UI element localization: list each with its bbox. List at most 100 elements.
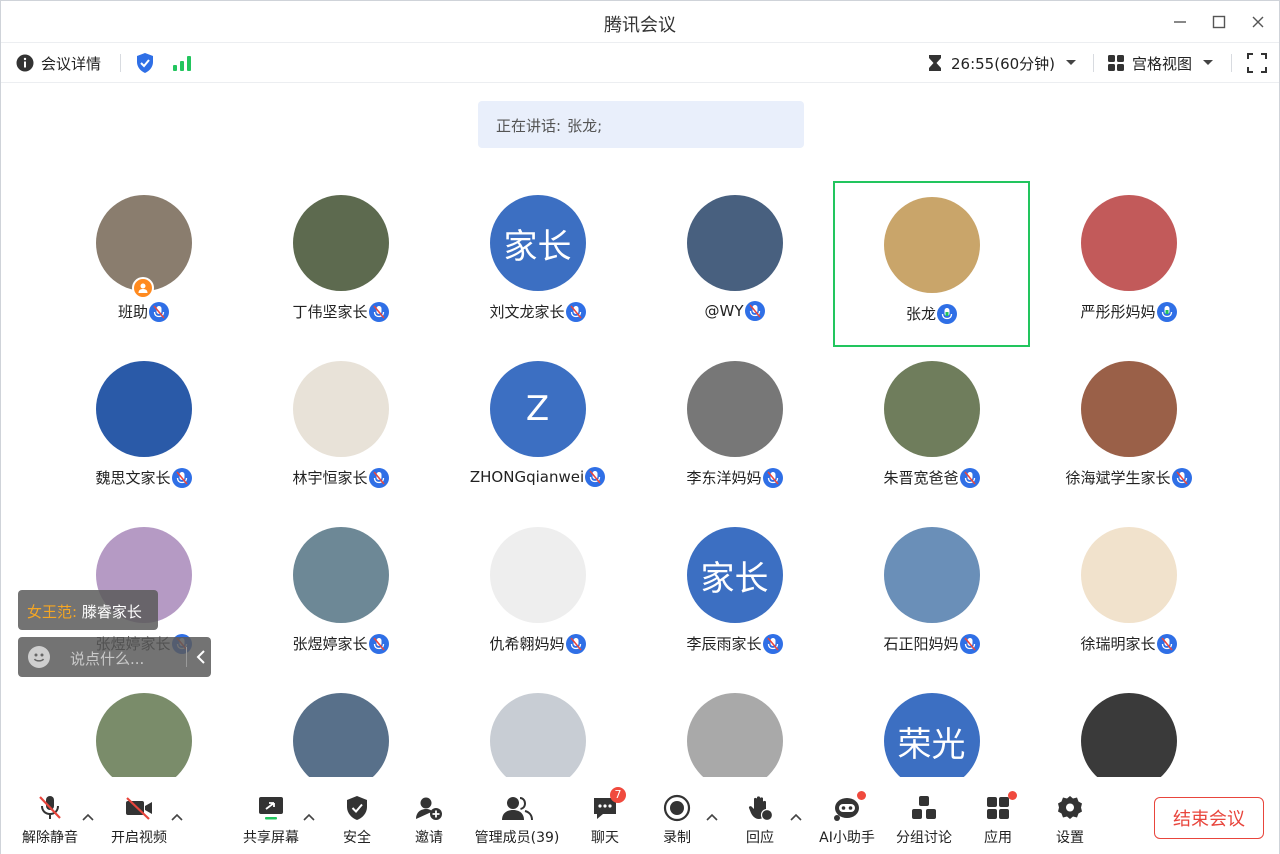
participant-tile[interactable]: 荣光 xyxy=(833,679,1030,777)
unmute-label: 解除静音 xyxy=(22,830,78,846)
invite-label: 邀请 xyxy=(415,830,443,846)
participant-grid: 班助 丁伟坚家长 家长 刘文龙家长 @WY 张龙 严彤彤妈妈魏思文家长 林宇恒家长 Z ZHONG… xyxy=(45,181,1229,777)
participant-tile[interactable] xyxy=(1030,679,1227,777)
participant-tile[interactable]: 林宇恒家长 xyxy=(242,347,439,513)
chevron-down-icon xyxy=(1203,60,1214,65)
collapse-chat-button[interactable] xyxy=(194,645,210,669)
participant-name-row: 石正阳妈妈 xyxy=(833,633,1030,654)
participant-name-row: 李辰雨家长 xyxy=(636,633,833,654)
chat-unread-badge: 7 xyxy=(610,787,626,803)
invite-button[interactable]: 邀请 xyxy=(384,793,474,849)
security-status[interactable] xyxy=(135,51,155,75)
participant-tile[interactable]: 朱晋宽爸爸 xyxy=(833,347,1030,513)
participant-name-row: ZHONGqianwei xyxy=(439,467,636,487)
participant-tile[interactable]: 张龙 xyxy=(833,181,1030,347)
participant-tile[interactable]: Z ZHONGqianwei xyxy=(439,347,636,513)
mic-muted-icon xyxy=(585,467,606,487)
settings-label: 设置 xyxy=(1056,830,1084,846)
participant-name-row: 班助 xyxy=(45,301,242,322)
close-icon xyxy=(1252,16,1264,28)
manage-members-button[interactable]: 管理成员(39) xyxy=(467,793,567,849)
mic-muted-icon xyxy=(171,467,192,488)
meeting-details-button[interactable]: 会议详情 xyxy=(16,51,101,75)
divider xyxy=(120,54,121,72)
shield-icon xyxy=(347,796,367,820)
participant-name-row: 刘文龙家长 xyxy=(439,301,636,322)
participant-tile[interactable]: 李东洋妈妈 xyxy=(636,347,833,513)
mic-muted-icon xyxy=(368,301,389,322)
participant-name-row: 李东洋妈妈 xyxy=(636,467,833,488)
signal-icon xyxy=(173,56,191,71)
minimize-button[interactable] xyxy=(1169,11,1191,33)
hand-raise-icon xyxy=(748,796,774,822)
title-bar: 腾讯会议 xyxy=(1,1,1279,43)
participant-name: 徐瑞明家长 xyxy=(1080,635,1156,653)
start-video-label: 开启视频 xyxy=(111,830,167,846)
participant-tile[interactable]: 家长 李辰雨家长 xyxy=(636,513,833,679)
participant-tile[interactable]: 张煜婷家长 xyxy=(242,513,439,679)
timer-dropdown[interactable]: 26:55(60分钟) xyxy=(927,51,1077,75)
minimize-icon xyxy=(1174,21,1186,23)
add-user-icon xyxy=(416,797,442,820)
timer-text: 26:55(60分钟) xyxy=(951,54,1056,73)
speaking-label: 正在讲话: xyxy=(496,117,562,135)
participant-tile[interactable]: 徐海斌学生家长 xyxy=(1030,347,1227,513)
breakout-rooms-icon xyxy=(912,796,936,819)
participant-avatar xyxy=(95,361,192,457)
info-icon xyxy=(16,54,34,72)
participant-tile[interactable]: 石正阳妈妈 xyxy=(833,513,1030,679)
participant-avatar xyxy=(686,693,783,777)
maximize-icon xyxy=(1212,15,1226,29)
participant-tile[interactable]: 班助 xyxy=(45,181,242,347)
participant-name-row: 徐瑞明家长 xyxy=(1030,633,1227,654)
participant-avatar xyxy=(292,361,389,457)
participant-tile[interactable]: @WY xyxy=(636,181,833,347)
security-label: 安全 xyxy=(343,830,371,846)
fullscreen-icon xyxy=(1247,53,1267,73)
participant-tile[interactable] xyxy=(636,679,833,777)
settings-button[interactable]: 设置 xyxy=(1025,793,1115,849)
participant-avatar xyxy=(489,527,586,623)
share-screen-icon xyxy=(259,797,283,820)
mic-muted-icon xyxy=(959,633,980,654)
ai-notification-dot xyxy=(857,791,866,800)
emoji-icon[interactable] xyxy=(28,646,50,668)
fullscreen-button[interactable] xyxy=(1247,51,1267,75)
participant-name: 刘文龙家长 xyxy=(489,303,565,321)
maximize-button[interactable] xyxy=(1208,11,1230,33)
participant-tile[interactable]: 仇希翱妈妈 xyxy=(439,513,636,679)
gear-icon xyxy=(1058,796,1082,819)
participant-tile[interactable]: 丁伟坚家长 xyxy=(242,181,439,347)
participant-name: @WY xyxy=(704,302,744,320)
participant-tile[interactable] xyxy=(439,679,636,777)
speaking-banner: 正在讲话: 张龙; xyxy=(478,101,804,148)
chat-quick-input[interactable]: 说点什么... xyxy=(18,637,211,677)
participant-name-row: 林宇恒家长 xyxy=(242,467,439,488)
view-mode-dropdown[interactable]: 宫格视图 xyxy=(1107,51,1214,75)
mic-muted-icon xyxy=(762,633,783,654)
shield-check-icon xyxy=(137,53,153,73)
participant-tile[interactable]: 魏思文家长 xyxy=(45,347,242,513)
participant-tile[interactable]: 家长 刘文龙家长 xyxy=(439,181,636,347)
mic-muted-icon xyxy=(39,796,61,819)
meeting-window: 腾讯会议 会议详情 26:55(60分钟) 宫格视图 正在讲话: 张龙; 班助 … xyxy=(0,0,1280,854)
network-status[interactable] xyxy=(172,51,192,75)
participant-tile[interactable]: 徐瑞明家长 xyxy=(1030,513,1227,679)
close-button[interactable] xyxy=(1247,11,1269,33)
participant-avatar xyxy=(292,195,389,291)
chat-message-toast[interactable]: 女王范: 滕睿家长 xyxy=(18,590,158,630)
participant-tile[interactable] xyxy=(242,679,439,777)
breakout-label: 分组讨论 xyxy=(896,830,952,846)
chat-input-placeholder: 说点什么... xyxy=(70,650,145,668)
participant-name: ZHONGqianwei xyxy=(469,468,585,486)
participant-name: 班助 xyxy=(117,303,148,321)
record-icon xyxy=(663,794,691,822)
mic-on-icon xyxy=(1156,301,1177,322)
participant-name-row: @WY xyxy=(636,301,833,321)
participant-tile[interactable] xyxy=(45,679,242,777)
bottom-toolbar: 解除静音 开启视频 共享屏幕 安全 邀请 管理成员(39) 7 聊天 录制 回应… xyxy=(1,779,1279,854)
video-options-chevron-icon[interactable] xyxy=(169,811,185,823)
participant-tile[interactable]: 严彤彤妈妈 xyxy=(1030,181,1227,347)
end-meeting-button[interactable]: 结束会议 xyxy=(1154,797,1264,839)
participant-name: 石正阳妈妈 xyxy=(883,635,959,653)
